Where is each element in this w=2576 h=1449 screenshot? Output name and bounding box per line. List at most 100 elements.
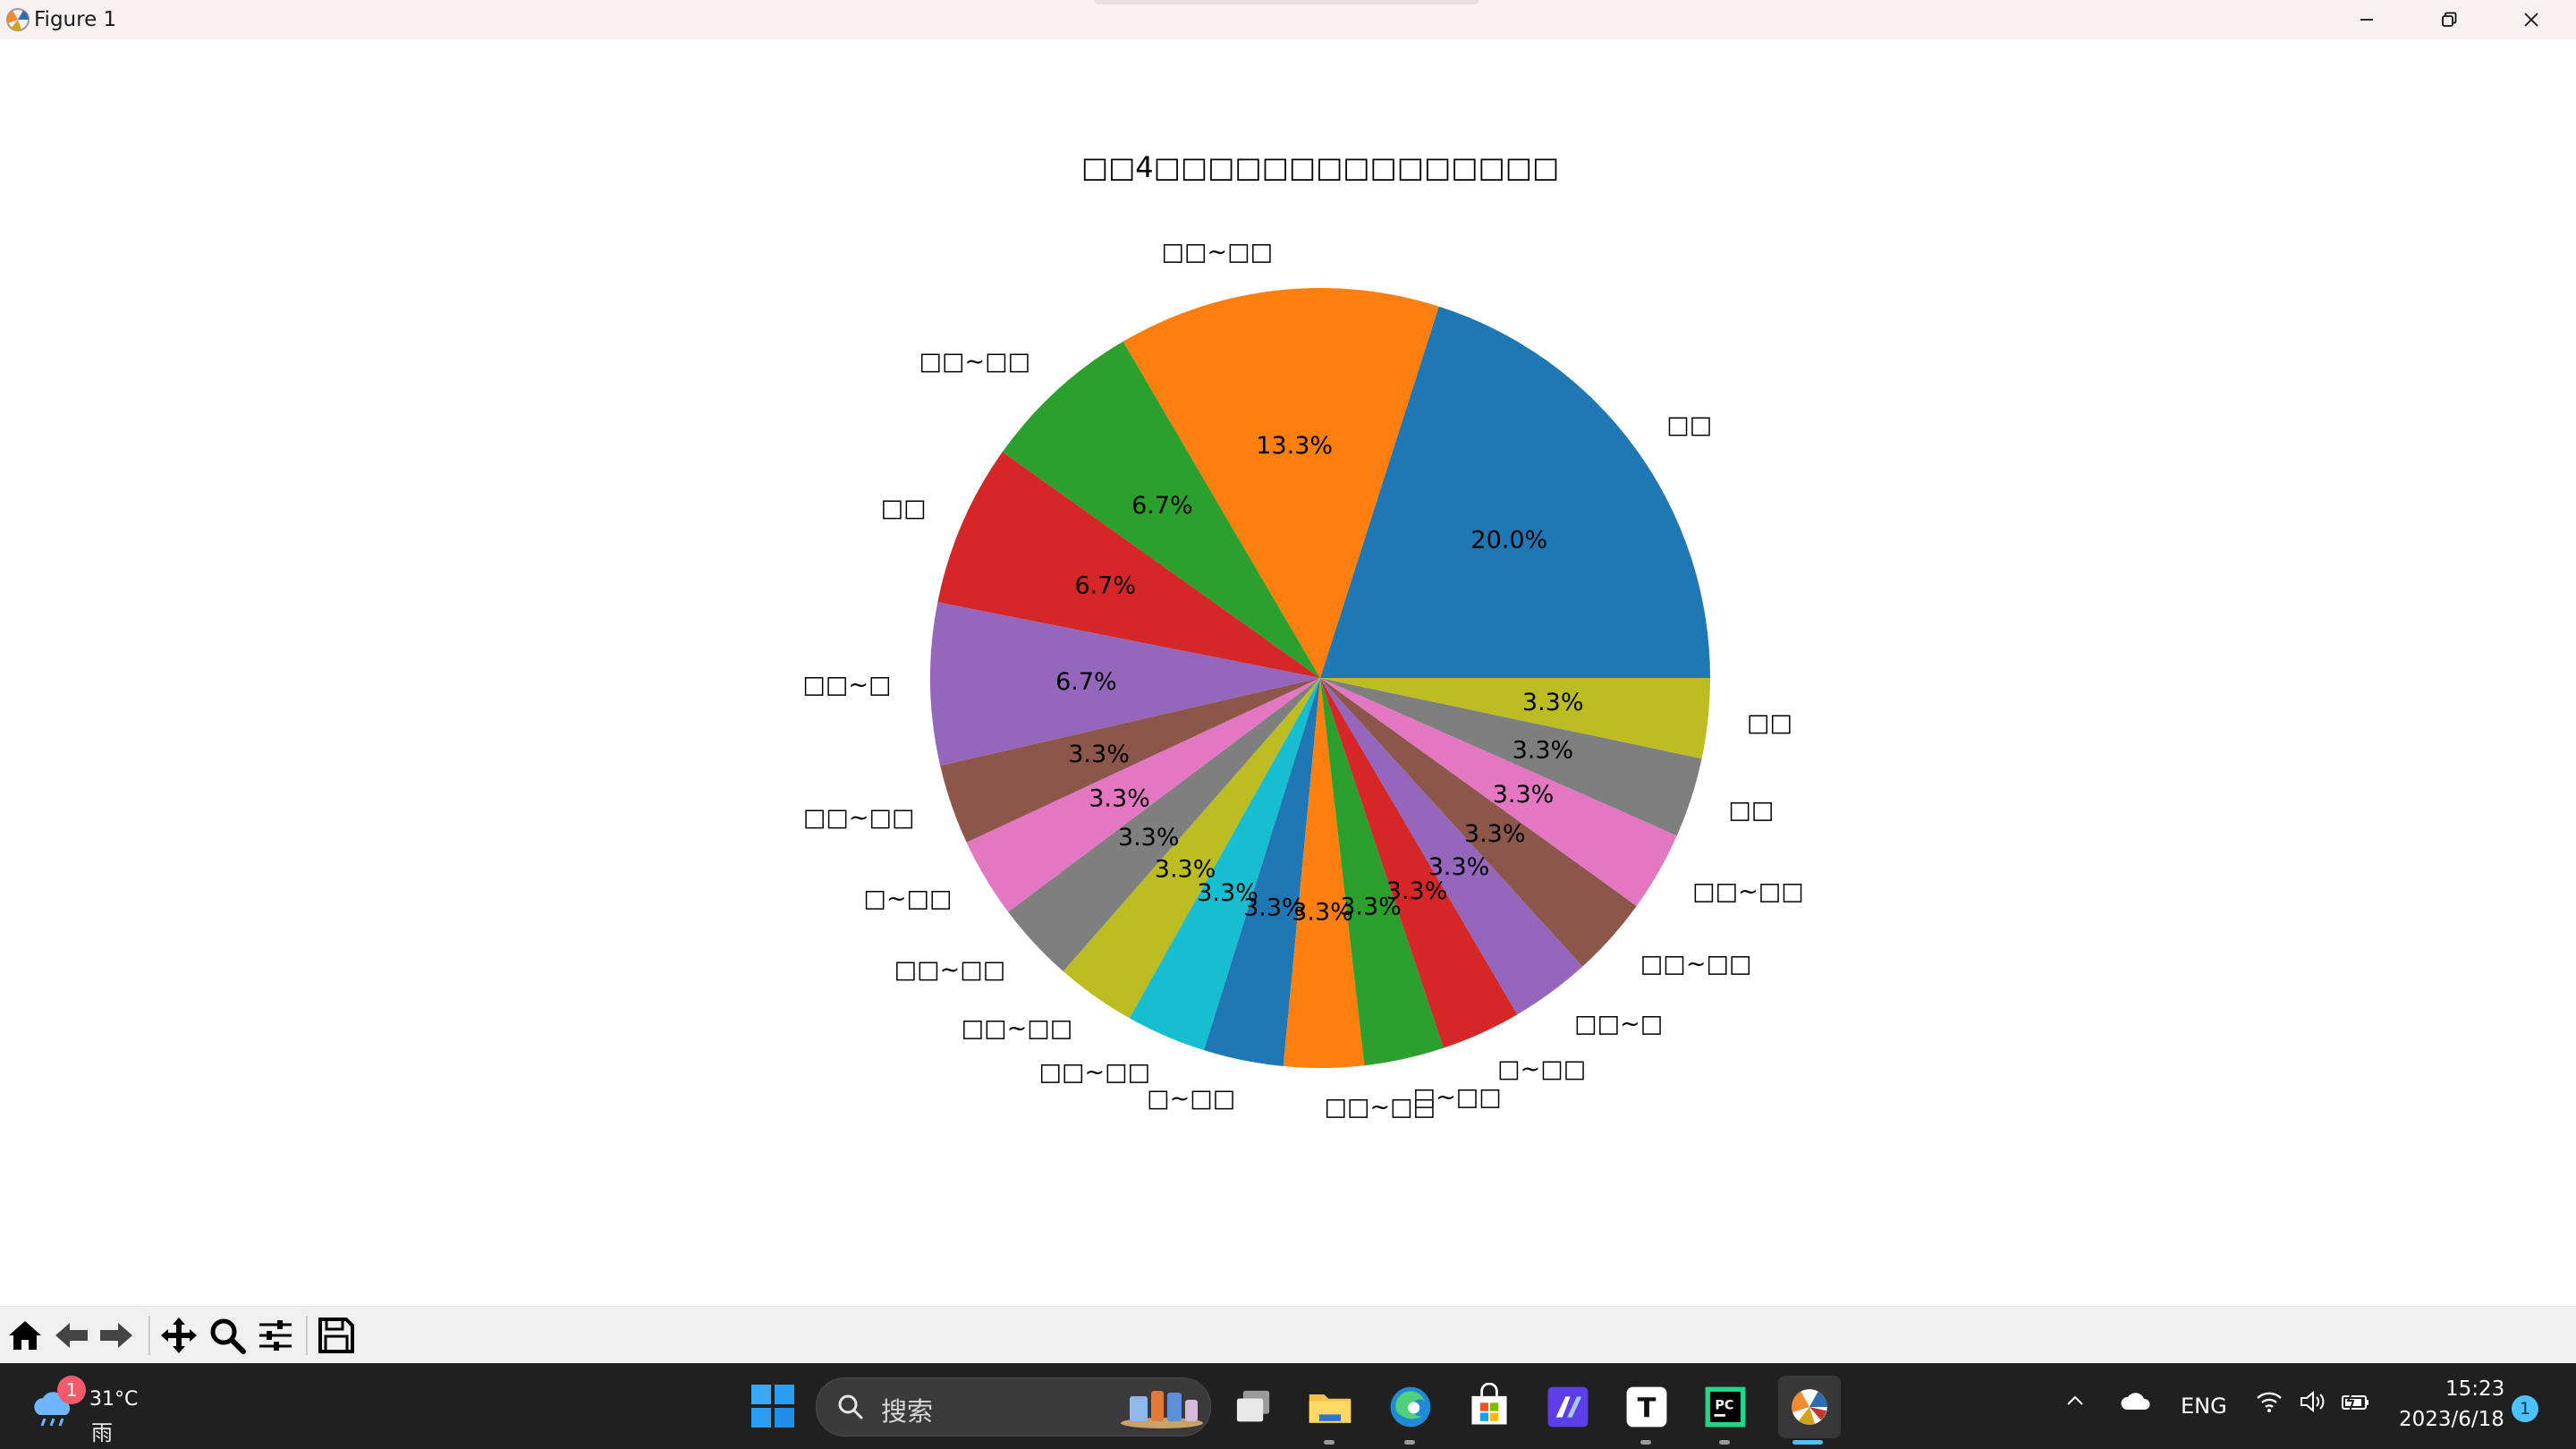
save-button[interactable] <box>315 1314 358 1357</box>
microsoft-store-button[interactable] <box>1463 1381 1515 1433</box>
close-icon <box>2524 13 2538 27</box>
typora-letter: T <box>1638 1394 1657 1425</box>
running-indicator <box>1719 1440 1730 1445</box>
windows-taskbar: 1 31°C 雨 搜索 T PC ENG 15:23 2023/6/18 1 <box>0 1363 2576 1449</box>
search-placeholder: 搜索 <box>881 1396 934 1427</box>
volume-button[interactable] <box>2299 1390 2326 1419</box>
forward-button[interactable] <box>95 1314 138 1357</box>
active-indicator <box>1792 1440 1823 1445</box>
pie-category-label: □□~□ <box>1574 1010 1663 1038</box>
wifi-icon <box>2257 1392 2282 1412</box>
pie-category-label: □~□□ <box>1147 1085 1235 1113</box>
windows-start-icon <box>751 1385 794 1428</box>
running-indicator <box>1404 1440 1415 1445</box>
pie-category-label: □□ <box>881 495 927 522</box>
typora-icon: T <box>1626 1386 1667 1428</box>
pie-percent-label: 13.3% <box>1256 432 1333 460</box>
pie-slices <box>930 287 1710 1068</box>
pycharm-letters: PC <box>1715 1399 1733 1413</box>
zoom-button[interactable] <box>206 1314 249 1357</box>
notification-badge[interactable]: 1 <box>2512 1395 2538 1422</box>
onedrive-button[interactable] <box>2120 1390 2152 1417</box>
pie-percent-label: 20.0% <box>1470 527 1547 555</box>
minimize-button[interactable] <box>2326 0 2408 39</box>
forward-arrow-icon <box>100 1323 132 1348</box>
pie-category-label: □□ <box>1747 709 1792 737</box>
file-explorer-button[interactable] <box>1304 1381 1356 1433</box>
pie-category-label: □□~□□ <box>1162 238 1274 266</box>
toolbar-separator <box>306 1316 308 1355</box>
start-button[interactable] <box>748 1381 798 1431</box>
onedrive-cloud-icon <box>2121 1393 2150 1410</box>
running-indicator <box>1324 1440 1335 1445</box>
input-language[interactable]: ENG <box>2181 1394 2227 1419</box>
pycharm-icon: PC <box>1705 1386 1746 1428</box>
clock-date[interactable]: 2023/6/18 <box>2399 1408 2504 1431</box>
battery-button[interactable] <box>2340 1390 2370 1419</box>
figure-canvas[interactable]: □□4□□□□□□□□□□□□□□□ 20.0% 13.3% 6.7% 6.7% 6.7… <box>0 39 2576 1306</box>
snap-layout-handle[interactable] <box>1095 0 1479 4</box>
pie-category-label: □□~□□ <box>962 1015 1073 1043</box>
pie-category-label: □~□□ <box>863 885 952 912</box>
weather-widget[interactable]: 1 31°C 雨 <box>27 1376 143 1445</box>
close-button[interactable] <box>2490 0 2572 39</box>
weather-condition: 雨 <box>91 1420 113 1445</box>
pie-category-label: □□ <box>1728 796 1774 824</box>
show-hidden-icons-button[interactable] <box>2064 1390 2086 1417</box>
home-button[interactable] <box>4 1314 47 1357</box>
matplotlib-figure-button[interactable] <box>1778 1376 1841 1438</box>
taskbar-search[interactable]: 搜索 <box>816 1377 1211 1436</box>
pie-percent-label: 3.3% <box>1068 741 1130 768</box>
file-explorer-icon <box>1309 1394 1352 1423</box>
task-view-button[interactable] <box>1227 1381 1279 1433</box>
wifi-button[interactable] <box>2256 1390 2283 1419</box>
pie-category-label: □□ <box>1666 411 1712 439</box>
pie-percent-label: 6.7% <box>1074 572 1136 600</box>
restore-icon <box>2442 12 2457 27</box>
matplotlib-figure-icon <box>1792 1389 1827 1425</box>
pie-category-label: □□~□□ <box>803 804 915 832</box>
chevron-up-icon <box>2067 1395 2083 1405</box>
pan-button[interactable] <box>157 1314 200 1357</box>
pie-percent-label: 3.3% <box>1089 784 1150 812</box>
search-icon <box>838 1394 863 1419</box>
task-view-icon <box>1236 1390 1270 1422</box>
window-title-bar: Figure 1 <box>0 0 2576 39</box>
pie-category-label: □□~□□ <box>919 348 1031 376</box>
purple-app-button[interactable] <box>1542 1381 1594 1433</box>
configure-subplots-button[interactable] <box>254 1314 297 1357</box>
pie-category-label: □□~□□ <box>1640 950 1752 978</box>
pan-icon <box>161 1318 197 1353</box>
app-purple-icon <box>1547 1386 1589 1428</box>
pycharm-button[interactable]: PC <box>1699 1381 1751 1433</box>
weather-alert-badge: 1 <box>57 1376 86 1404</box>
typora-button[interactable]: T <box>1621 1381 1673 1433</box>
pie-percent-label: 3.3% <box>1386 877 1448 905</box>
battery-charging-icon <box>2342 1391 2368 1412</box>
pie-percent-label: 3.3% <box>1428 853 1490 881</box>
pie-percent-label: 6.7% <box>1055 668 1117 696</box>
pie-category-label: □□~□□ <box>1039 1058 1151 1086</box>
matplotlib-app-icon <box>6 8 30 31</box>
window-title: Figure 1 <box>34 8 117 31</box>
pie-percent-label: 6.7% <box>1131 492 1193 520</box>
pie-percent-label: 3.3% <box>1118 824 1180 852</box>
edge-button[interactable] <box>1385 1381 1436 1433</box>
configure-subplots-icon <box>259 1320 292 1351</box>
microsoft-store-icon <box>1471 1383 1507 1425</box>
matplotlib-toolbar <box>0 1306 2576 1364</box>
clock-time[interactable]: 15:23 <box>2445 1377 2504 1401</box>
edge-browser-icon <box>1390 1386 1431 1428</box>
back-button[interactable] <box>50 1314 93 1357</box>
restore-button[interactable] <box>2408 0 2490 39</box>
pie-percent-label: 3.3% <box>1464 820 1526 848</box>
zoom-icon <box>210 1318 246 1354</box>
speaker-icon <box>2301 1390 2325 1413</box>
save-icon <box>318 1318 354 1353</box>
minimize-icon <box>2360 19 2373 21</box>
pie-category-label: □~□□ <box>1497 1055 1586 1083</box>
toolbar-separator <box>148 1316 150 1355</box>
pie-category-label: □~□□ <box>1413 1083 1502 1111</box>
pie-category-label: □□~□ <box>802 672 891 699</box>
pie-percent-label: 3.3% <box>1513 736 1574 764</box>
